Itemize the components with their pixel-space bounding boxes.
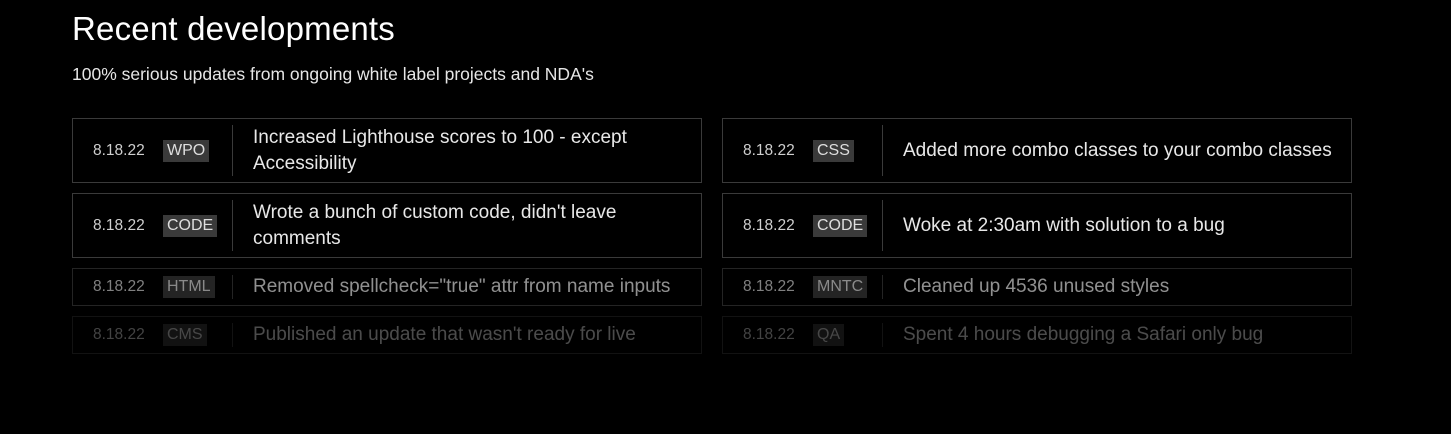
update-date: 8.18.22	[93, 216, 145, 234]
update-card: 8.18.22 QA Spent 4 hours debugging a Saf…	[722, 316, 1352, 354]
update-tag: WPO	[163, 139, 210, 162]
update-card: 8.18.22 CODE Woke at 2:30am with solutio…	[722, 193, 1352, 258]
update-card: 8.18.22 WPO Increased Lighthouse scores …	[72, 118, 702, 183]
update-description: Wrote a bunch of custom code, didn't lea…	[253, 201, 617, 249]
update-date: 8.18.22	[743, 141, 795, 159]
updates-grid: 8.18.22 WPO Increased Lighthouse scores …	[72, 118, 1352, 354]
update-description: Cleaned up 4536 unused styles	[903, 276, 1170, 297]
update-description: Spent 4 hours debugging a Safari only bu…	[903, 324, 1264, 345]
update-tag: CMS	[163, 324, 207, 346]
section-title: Recent developments	[72, 10, 395, 47]
update-tag: CODE	[813, 214, 868, 237]
update-tag: HTML	[163, 276, 215, 298]
update-date: 8.18.22	[93, 278, 145, 295]
update-date: 8.18.22	[93, 326, 145, 343]
update-meta: 8.18.22 CSS	[723, 125, 883, 176]
update-date: 8.18.22	[743, 278, 795, 295]
update-meta: 8.18.22 MNTC	[723, 275, 883, 299]
update-card: 8.18.22 CODE Wrote a bunch of custom cod…	[72, 193, 702, 258]
update-description: Added more combo classes to your combo c…	[903, 139, 1332, 161]
update-meta: 8.18.22 WPO	[73, 125, 233, 176]
update-tag: CSS	[813, 139, 854, 162]
update-card: 8.18.22 CMS Published an update that was…	[72, 316, 702, 354]
update-card: 8.18.22 CSS Added more combo classes to …	[722, 118, 1352, 183]
update-description: Increased Lighthouse scores to 100 - exc…	[253, 126, 627, 174]
update-description: Published an update that wasn't ready fo…	[253, 324, 636, 345]
update-tag: MNTC	[813, 276, 868, 298]
update-date: 8.18.22	[93, 141, 145, 159]
update-meta: 8.18.22 CODE	[723, 200, 883, 251]
update-tag: QA	[813, 324, 845, 346]
update-meta: 8.18.22 CODE	[73, 200, 233, 251]
update-tag: CODE	[163, 214, 218, 237]
update-card: 8.18.22 HTML Removed spellcheck="true" a…	[72, 268, 702, 306]
update-meta: 8.18.22 QA	[723, 323, 883, 347]
update-card: 8.18.22 MNTC Cleaned up 4536 unused styl…	[722, 268, 1352, 306]
update-date: 8.18.22	[743, 326, 795, 343]
update-meta: 8.18.22 CMS	[73, 323, 233, 347]
update-description: Woke at 2:30am with solution to a bug	[903, 214, 1225, 236]
update-date: 8.18.22	[743, 216, 795, 234]
section-subtitle: 100% serious updates from ongoing white …	[72, 64, 594, 84]
update-meta: 8.18.22 HTML	[73, 275, 233, 299]
update-description: Removed spellcheck="true" attr from name…	[253, 276, 671, 297]
